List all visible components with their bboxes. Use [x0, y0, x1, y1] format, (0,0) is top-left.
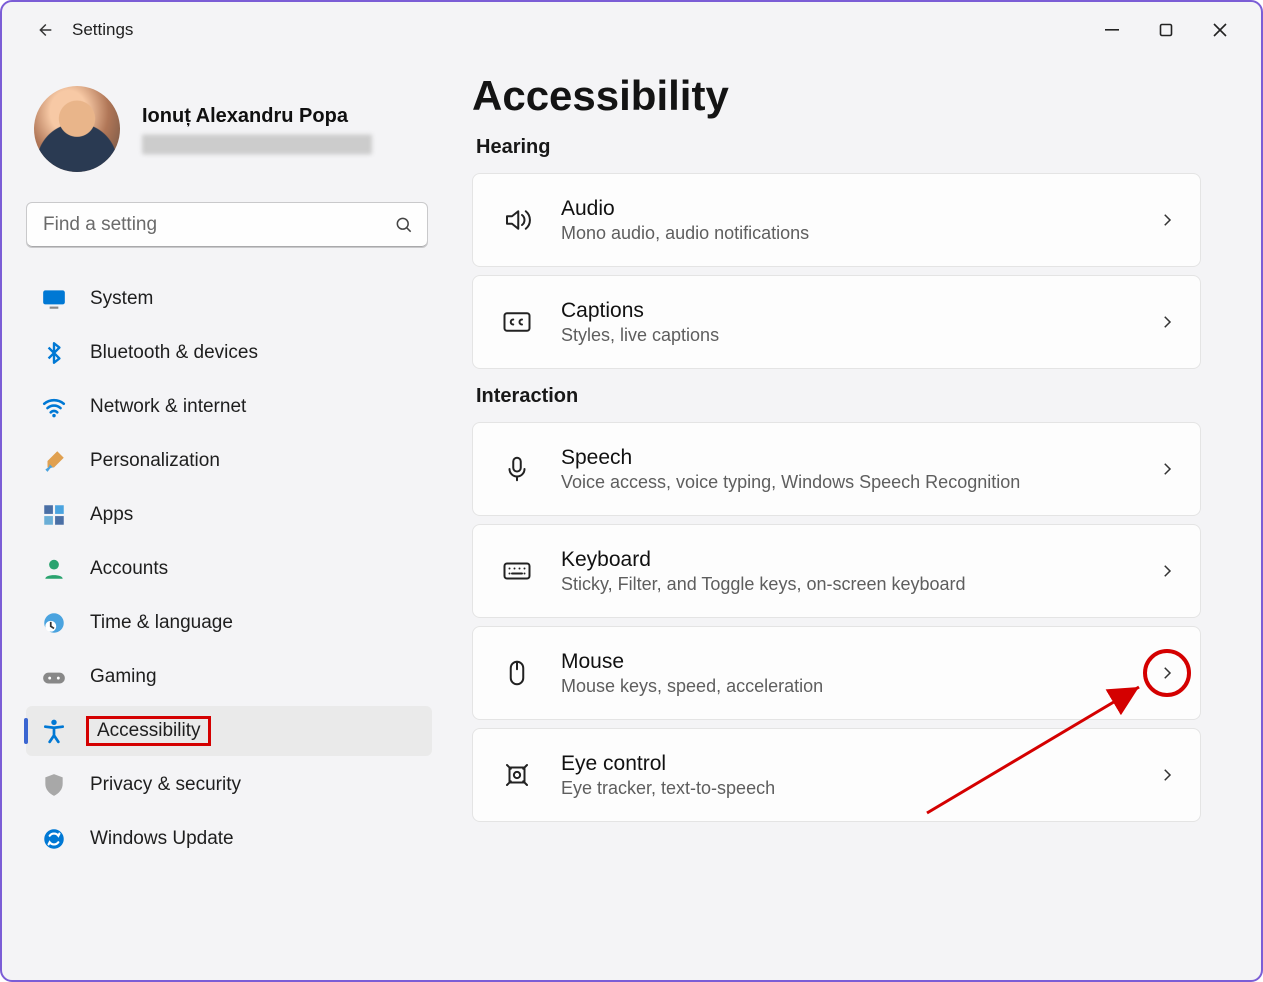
sidebar-item-label: System: [90, 288, 153, 310]
card-subtitle: Sticky, Filter, and Toggle keys, on-scre…: [561, 574, 966, 595]
sidebar-item-update[interactable]: Windows Update: [26, 814, 432, 864]
maximize-button[interactable]: [1139, 10, 1193, 50]
profile-block[interactable]: Ionuț Alexandru Popa: [26, 78, 432, 202]
back-button[interactable]: [24, 10, 64, 50]
wifi-icon: [40, 393, 68, 421]
card-title: Audio: [561, 197, 809, 221]
chevron-right-icon: [1158, 460, 1176, 478]
sidebar-item-label: Gaming: [90, 666, 157, 688]
keyboard-icon: [497, 551, 537, 591]
sidebar-item-accounts[interactable]: Accounts: [26, 544, 432, 594]
sidebar-item-personalization[interactable]: Personalization: [26, 436, 432, 486]
chevron-right-icon: [1158, 211, 1176, 229]
sidebar-item-apps[interactable]: Apps: [26, 490, 432, 540]
sidebar-item-label: Network & internet: [90, 396, 246, 418]
clock-globe-icon: [40, 609, 68, 637]
sidebar-item-system[interactable]: System: [26, 274, 432, 324]
avatar: [34, 86, 120, 172]
card-text: KeyboardSticky, Filter, and Toggle keys,…: [561, 548, 966, 595]
card-text: AudioMono audio, audio notifications: [561, 197, 809, 244]
card-title: Captions: [561, 299, 719, 323]
sidebar-item-label: Personalization: [90, 450, 220, 472]
sidebar-item-network[interactable]: Network & internet: [26, 382, 432, 432]
card-text: CaptionsStyles, live captions: [561, 299, 719, 346]
shield-icon: [40, 771, 68, 799]
settings-card-mouse[interactable]: MouseMouse keys, speed, acceleration: [472, 626, 1201, 720]
sidebar-item-bluetooth[interactable]: Bluetooth & devices: [26, 328, 432, 378]
window-title: Settings: [72, 20, 133, 40]
bluetooth-icon: [40, 339, 68, 367]
gamepad-icon: [40, 663, 68, 691]
mic-icon: [497, 449, 537, 489]
chevron-right-icon: [1158, 766, 1176, 784]
eye-icon: [497, 755, 537, 795]
settings-card-keyboard[interactable]: KeyboardSticky, Filter, and Toggle keys,…: [472, 524, 1201, 618]
window-controls: [1085, 10, 1247, 50]
card-text: MouseMouse keys, speed, acceleration: [561, 650, 823, 697]
sidebar-item-label: Apps: [90, 504, 133, 526]
settings-card-audio[interactable]: AudioMono audio, audio notifications: [472, 173, 1201, 267]
card-text: SpeechVoice access, voice typing, Window…: [561, 446, 1020, 493]
card-subtitle: Eye tracker, text-to-speech: [561, 778, 775, 799]
accessibility-icon: [40, 717, 68, 745]
settings-window: Settings Ionuț Alexandru Popa: [0, 0, 1263, 982]
page-title: Accessibility: [472, 72, 1201, 120]
nav-list: System Bluetooth & devices Network & inter…: [26, 274, 432, 864]
profile-email-redacted: [142, 134, 372, 154]
card-subtitle: Voice access, voice typing, Windows Spee…: [561, 472, 1020, 493]
titlebar: Settings: [2, 2, 1261, 58]
card-title: Mouse: [561, 650, 823, 674]
mouse-icon: [497, 653, 537, 693]
sync-icon: [40, 825, 68, 853]
sidebar-item-accessibility[interactable]: Accessibility: [26, 706, 432, 756]
sidebar-item-label: Privacy & security: [90, 774, 241, 796]
card-subtitle: Styles, live captions: [561, 325, 719, 346]
card-title: Eye control: [561, 752, 775, 776]
profile-name: Ionuț Alexandru Popa: [142, 105, 372, 128]
sidebar-item-label: Bluetooth & devices: [90, 342, 258, 364]
sidebar-item-time[interactable]: Time & language: [26, 598, 432, 648]
card-title: Keyboard: [561, 548, 966, 572]
sidebar-item-label: Time & language: [90, 612, 233, 634]
settings-card-captions[interactable]: CaptionsStyles, live captions: [472, 275, 1201, 369]
chevron-right-icon: [1158, 562, 1176, 580]
card-title: Speech: [561, 446, 1020, 470]
chevron-right-icon: [1158, 664, 1176, 682]
close-icon: [1212, 22, 1228, 38]
settings-card-speech[interactable]: SpeechVoice access, voice typing, Window…: [472, 422, 1201, 516]
sidebar-item-label: Accessibility: [97, 720, 200, 741]
search-input[interactable]: [26, 202, 428, 248]
close-button[interactable]: [1193, 10, 1247, 50]
card-subtitle: Mono audio, audio notifications: [561, 223, 809, 244]
sidebar: Ionuț Alexandru Popa System Bluetooth & d…: [2, 58, 442, 980]
search-box[interactable]: [26, 202, 428, 248]
apps-icon: [40, 501, 68, 529]
annotation-highlight: Accessibility: [86, 716, 211, 746]
back-arrow-icon: [33, 19, 55, 41]
section-heading: Hearing: [476, 136, 1201, 159]
speaker-icon: [497, 200, 537, 240]
monitor-icon: [40, 285, 68, 313]
minimize-button[interactable]: [1085, 10, 1139, 50]
cc-icon: [497, 302, 537, 342]
minimize-icon: [1105, 23, 1119, 37]
sidebar-item-label: Accounts: [90, 558, 168, 580]
card-text: Eye controlEye tracker, text-to-speech: [561, 752, 775, 799]
chevron-right-icon: [1158, 313, 1176, 331]
sidebar-item-gaming[interactable]: Gaming: [26, 652, 432, 702]
person-icon: [40, 555, 68, 583]
card-subtitle: Mouse keys, speed, acceleration: [561, 676, 823, 697]
sidebar-item-label: Windows Update: [90, 828, 234, 850]
brush-icon: [40, 447, 68, 475]
main-content: Accessibility Hearing AudioMono audio, au…: [442, 58, 1261, 980]
maximize-icon: [1159, 23, 1173, 37]
settings-card-eye[interactable]: Eye controlEye tracker, text-to-speech: [472, 728, 1201, 822]
search-icon: [394, 215, 414, 235]
section-heading: Interaction: [476, 385, 1201, 408]
sidebar-item-privacy[interactable]: Privacy & security: [26, 760, 432, 810]
